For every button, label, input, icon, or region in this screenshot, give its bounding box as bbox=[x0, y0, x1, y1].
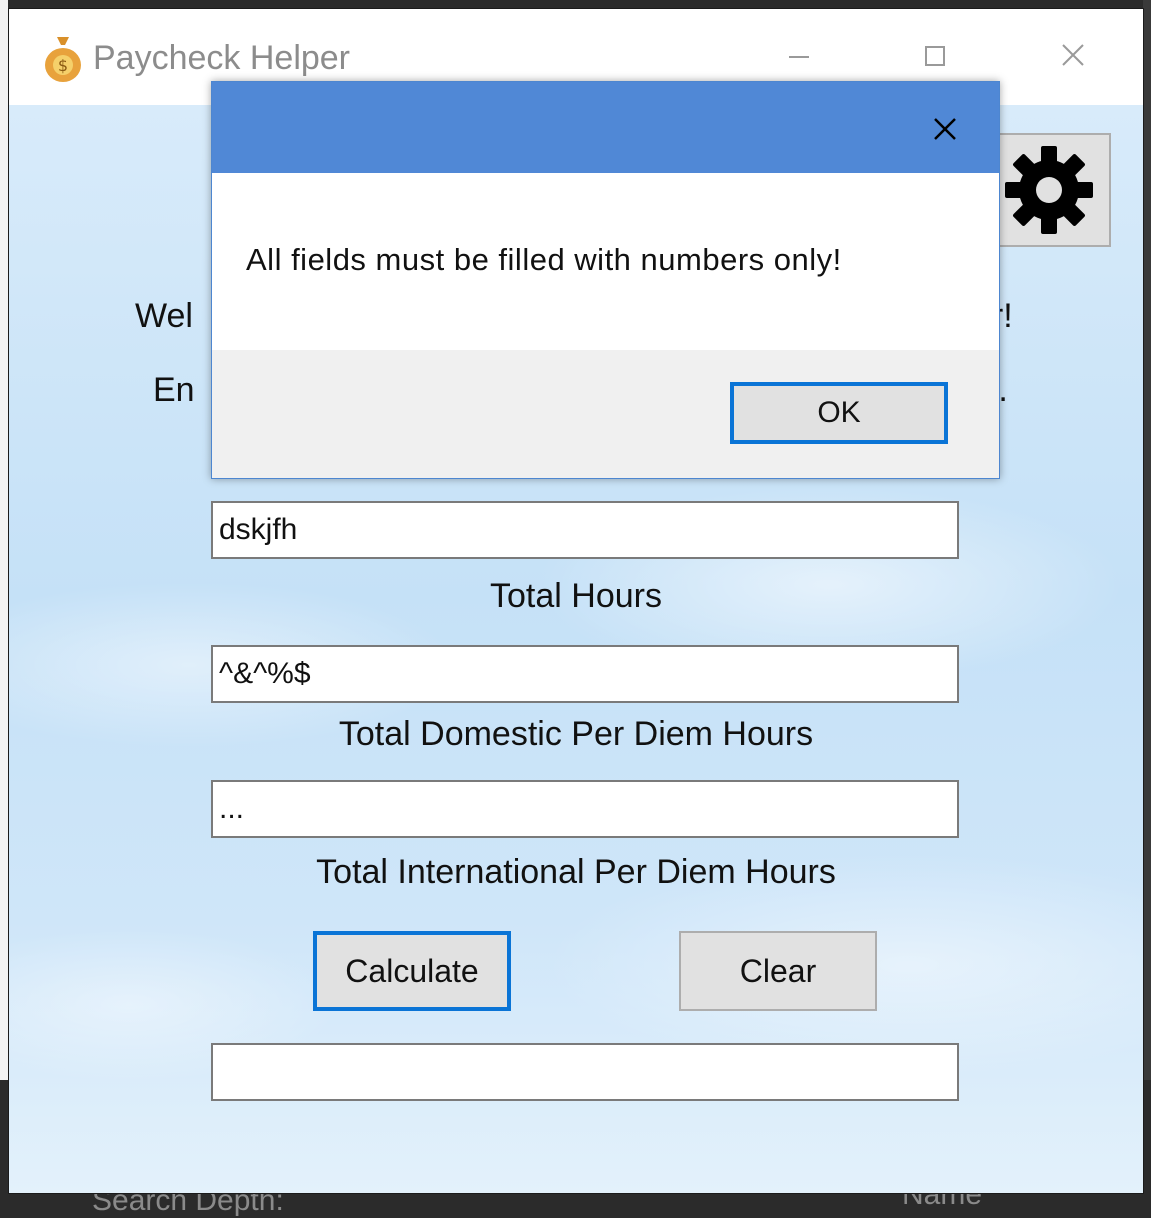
total-hours-label: Total Hours bbox=[490, 577, 662, 615]
total-hours-input[interactable]: dskjfh bbox=[211, 501, 959, 559]
close-icon[interactable] bbox=[926, 110, 964, 148]
clear-button[interactable]: Clear bbox=[679, 931, 877, 1011]
maximize-button[interactable] bbox=[905, 33, 965, 81]
dialog-message: All fields must be filled with numbers o… bbox=[246, 242, 842, 277]
international-per-diem-label: Total International Per Diem Hours bbox=[316, 853, 836, 891]
minimize-button[interactable] bbox=[769, 33, 829, 81]
svg-text:$: $ bbox=[58, 56, 68, 75]
ok-button[interactable]: OK bbox=[730, 382, 948, 444]
calculate-button[interactable]: Calculate bbox=[313, 931, 511, 1011]
gear-icon bbox=[1005, 146, 1093, 234]
background-panel-left bbox=[0, 0, 8, 1080]
error-dialog: All fields must be filled with numbers o… bbox=[211, 81, 1000, 479]
close-window-button[interactable] bbox=[1043, 33, 1103, 81]
app-window: $ Paycheck Helper Wel En dskjfh Total Ho… bbox=[8, 8, 1144, 1194]
settings-button[interactable] bbox=[987, 133, 1111, 247]
money-bag-icon: $ bbox=[45, 37, 81, 82]
background-panel-right bbox=[1143, 0, 1151, 1080]
international-per-diem-input[interactable]: ... bbox=[211, 780, 959, 838]
domestic-per-diem-label: Total Domestic Per Diem Hours bbox=[338, 715, 814, 753]
domestic-per-diem-input[interactable]: ^&^%$ bbox=[211, 645, 959, 703]
instructions-text: En bbox=[153, 371, 195, 409]
dialog-title-bar bbox=[212, 82, 999, 173]
result-output[interactable] bbox=[211, 1043, 959, 1101]
welcome-text: Wel bbox=[135, 297, 193, 335]
window-title: Paycheck Helper bbox=[93, 39, 351, 77]
